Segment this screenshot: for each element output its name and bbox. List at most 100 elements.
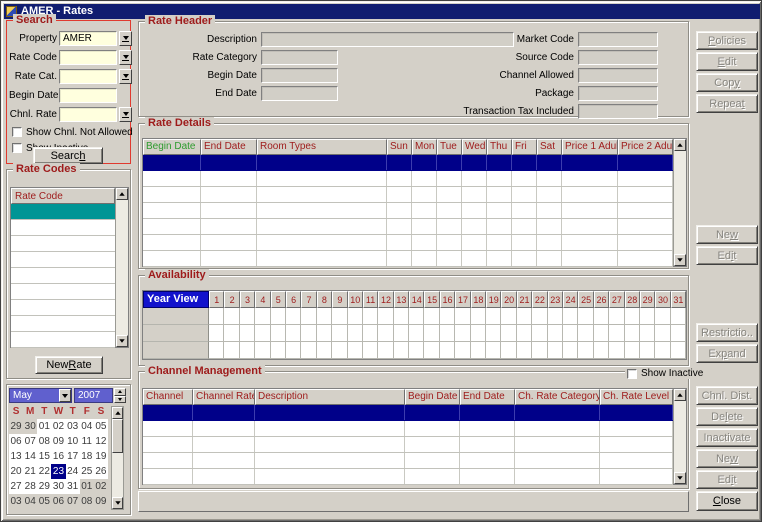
table-cell[interactable] <box>257 251 387 266</box>
table-cell[interactable] <box>193 437 255 452</box>
table-cell[interactable] <box>255 469 405 484</box>
table-cell[interactable] <box>201 203 257 218</box>
availability-cell[interactable] <box>609 325 624 342</box>
calendar-day[interactable]: 26 <box>94 464 108 479</box>
table-cell[interactable] <box>405 437 460 452</box>
table-cell[interactable] <box>618 203 673 218</box>
availability-cell[interactable] <box>563 308 578 325</box>
availability-cell[interactable] <box>455 325 470 342</box>
table-cell[interactable] <box>143 469 193 484</box>
table-cell[interactable] <box>143 219 201 234</box>
channel-edit-button[interactable]: Edit <box>696 470 758 489</box>
table-cell[interactable] <box>462 251 487 266</box>
rate-details-edit-button[interactable]: Edit <box>696 246 758 265</box>
table-cell[interactable] <box>201 187 257 202</box>
package-field[interactable] <box>578 86 658 101</box>
table-cell[interactable] <box>437 219 462 234</box>
table-cell[interactable] <box>437 251 462 266</box>
availability-cell[interactable] <box>363 342 378 359</box>
availability-cell[interactable] <box>671 308 686 325</box>
availability-cell[interactable] <box>609 342 624 359</box>
rate-code-input[interactable] <box>59 50 117 65</box>
calendar-day[interactable]: 14 <box>23 449 37 464</box>
scrollbar-track[interactable] <box>674 401 686 472</box>
table-cell[interactable] <box>143 235 201 250</box>
availability-cell[interactable] <box>471 308 486 325</box>
channel-management-table[interactable]: ChannelChannel RateDescriptionBegin Date… <box>142 388 687 485</box>
calendar-day[interactable]: 18 <box>80 449 94 464</box>
scrollbar-track[interactable] <box>116 200 128 335</box>
scroll-up-button[interactable] <box>112 407 123 419</box>
calendar-day[interactable]: 08 <box>37 434 51 449</box>
table-cell[interactable] <box>143 251 201 266</box>
table-cell[interactable] <box>462 235 487 250</box>
scroll-down-button[interactable] <box>674 472 686 484</box>
rate-code-row[interactable] <box>11 204 115 220</box>
table-cell[interactable] <box>143 171 201 186</box>
table-cell[interactable] <box>487 235 512 250</box>
show-inactive-checkbox[interactable] <box>12 143 22 153</box>
table-cell[interactable] <box>462 203 487 218</box>
calendar-day[interactable]: 28 <box>23 479 37 494</box>
availability-cell[interactable] <box>378 325 393 342</box>
availability-cell[interactable] <box>532 308 547 325</box>
year-spinner[interactable] <box>114 388 126 403</box>
availability-cell[interactable] <box>440 308 455 325</box>
availability-cell[interactable] <box>363 308 378 325</box>
availability-cell[interactable] <box>655 325 670 342</box>
availability-cell[interactable] <box>240 308 255 325</box>
table-cell[interactable] <box>143 203 201 218</box>
calendar-day[interactable]: 15 <box>37 449 51 464</box>
table-cell[interactable] <box>487 187 512 202</box>
table-cell[interactable] <box>462 187 487 202</box>
scroll-up-button[interactable] <box>674 139 686 151</box>
table-cell[interactable] <box>537 203 562 218</box>
rate-code-row[interactable] <box>11 252 115 268</box>
table-cell[interactable] <box>618 187 673 202</box>
availability-cell[interactable] <box>332 342 347 359</box>
rate-code-row[interactable] <box>11 236 115 252</box>
spin-down-button[interactable] <box>114 396 126 404</box>
scroll-up-button[interactable] <box>674 389 686 401</box>
calendar-day[interactable]: 01 <box>80 479 94 494</box>
table-cell[interactable] <box>462 219 487 234</box>
table-cell[interactable] <box>515 453 600 468</box>
table-cell[interactable] <box>387 171 412 186</box>
table-cell[interactable] <box>618 219 673 234</box>
availability-cell[interactable] <box>286 325 301 342</box>
calendar-day[interactable]: 09 <box>94 494 108 509</box>
scroll-down-button[interactable] <box>674 254 686 266</box>
calendar-day[interactable]: 11 <box>80 434 94 449</box>
calendar-day[interactable]: 20 <box>9 464 23 479</box>
end-date-field[interactable] <box>261 86 338 101</box>
availability-cell[interactable] <box>455 342 470 359</box>
rate-details-new-button[interactable]: New <box>696 225 758 244</box>
year-value[interactable]: 2007 <box>74 388 113 403</box>
table-cell[interactable] <box>405 469 460 484</box>
show-chnl-not-allowed-checkbox[interactable] <box>12 127 22 137</box>
table-cell[interactable] <box>487 203 512 218</box>
table-cell[interactable] <box>143 437 193 452</box>
calendar-day[interactable]: 04 <box>23 494 37 509</box>
year-view-header[interactable]: Year View <box>143 291 209 308</box>
table-cell[interactable] <box>257 219 387 234</box>
table-cell[interactable] <box>437 155 462 170</box>
calendar-day[interactable]: 03 <box>9 494 23 509</box>
table-cell[interactable] <box>437 203 462 218</box>
table-cell[interactable] <box>512 171 537 186</box>
rate-code-row[interactable] <box>11 300 115 316</box>
channel-management-scrollbar[interactable] <box>673 389 686 484</box>
availability-cell[interactable] <box>394 342 409 359</box>
table-cell[interactable] <box>405 405 460 420</box>
availability-cell[interactable] <box>440 342 455 359</box>
rate-code-row[interactable] <box>11 332 115 348</box>
availability-cell[interactable] <box>517 342 532 359</box>
table-cell[interactable] <box>460 405 515 420</box>
availability-cell[interactable] <box>301 342 316 359</box>
availability-cell[interactable] <box>378 342 393 359</box>
chnl-dist-button[interactable]: Chnl. Dist. <box>696 386 758 405</box>
scroll-up-button[interactable] <box>116 188 128 200</box>
scroll-down-button[interactable] <box>112 497 123 509</box>
calendar-day[interactable]: 16 <box>51 449 65 464</box>
channel-allowed-field[interactable] <box>578 68 658 83</box>
